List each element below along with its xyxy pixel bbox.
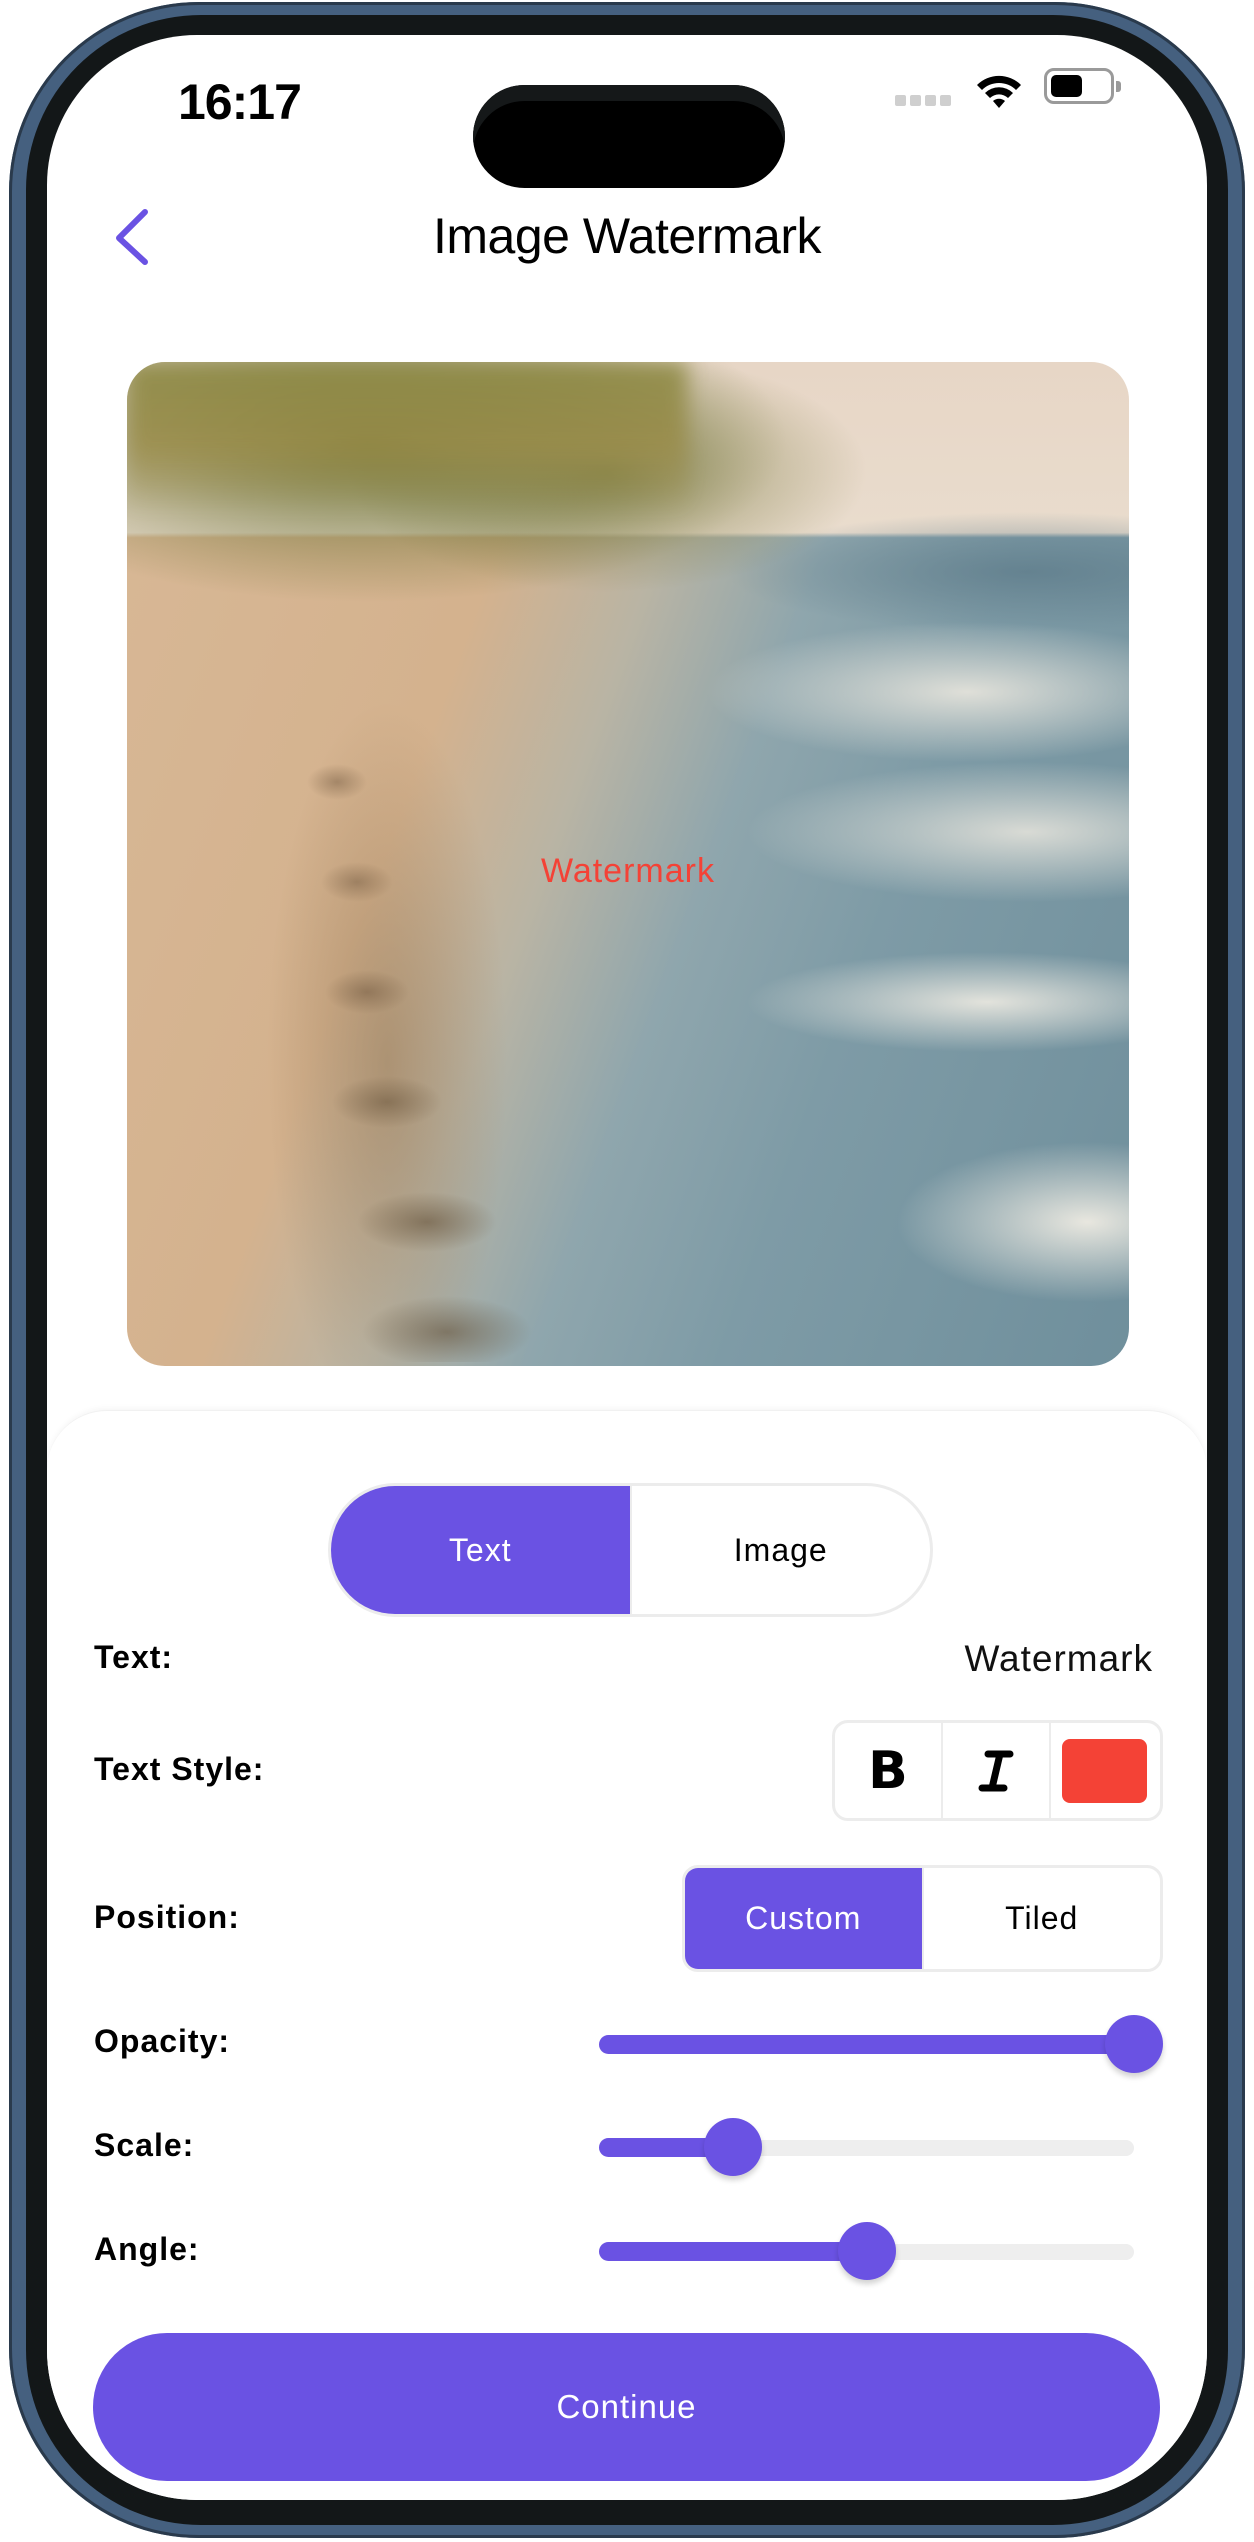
bold-button[interactable]: B xyxy=(835,1723,941,1818)
color-picker-button[interactable] xyxy=(1049,1723,1157,1818)
text-label: Text: xyxy=(94,1639,174,1675)
color-swatch xyxy=(1061,1738,1147,1803)
status-time: 16:17 xyxy=(178,74,302,130)
watermark-type-toggle: Text Image xyxy=(328,1483,933,1617)
text-style-group: B xyxy=(832,1720,1163,1821)
slider-thumb[interactable] xyxy=(837,2222,896,2280)
watermark-text-input[interactable]: Watermark xyxy=(964,1638,1153,1680)
tab-image[interactable]: Image xyxy=(629,1486,931,1614)
wifi-icon xyxy=(977,75,1021,108)
tab-text[interactable]: Text xyxy=(331,1486,630,1614)
bold-icon: B xyxy=(868,1740,908,1801)
phone-screen: 16:17 Image Watermark Watermark Text Ima… xyxy=(47,35,1207,2500)
position-label: Position: xyxy=(94,1899,240,1935)
battery-icon xyxy=(1044,68,1121,104)
angle-label: Angle: xyxy=(94,2231,200,2267)
cellular-signal-icon xyxy=(895,95,951,106)
position-toggle: Custom Tiled xyxy=(682,1865,1163,1972)
preview-foliage xyxy=(127,362,687,512)
angle-slider[interactable] xyxy=(599,2220,1134,2280)
preview-footprints xyxy=(277,742,577,1362)
watermark-overlay-text[interactable]: Watermark xyxy=(127,852,1129,891)
slider-thumb[interactable] xyxy=(703,2118,762,2176)
position-tiled-option[interactable]: Tiled xyxy=(921,1868,1161,1969)
opacity-label: Opacity: xyxy=(94,2023,231,2059)
slider-fill xyxy=(599,2242,867,2261)
image-preview: Watermark xyxy=(127,362,1129,1366)
dynamic-island xyxy=(473,85,785,188)
continue-button[interactable]: Continue xyxy=(93,2333,1160,2481)
slider-thumb[interactable] xyxy=(1105,2015,1163,2073)
controls-panel: Text Image Text: Watermark Text Style: B… xyxy=(47,1410,1207,2500)
page-title: Image Watermark xyxy=(433,208,821,264)
scale-slider[interactable] xyxy=(599,2116,1134,2176)
opacity-slider[interactable] xyxy=(599,2013,1163,2073)
position-custom-option[interactable]: Custom xyxy=(685,1868,922,1969)
italic-button[interactable] xyxy=(941,1723,1049,1818)
scale-label: Scale: xyxy=(94,2127,195,2163)
italic-icon xyxy=(978,1750,1014,1791)
slider-fill xyxy=(599,2035,1134,2054)
text-style-label: Text Style: xyxy=(94,1751,265,1787)
